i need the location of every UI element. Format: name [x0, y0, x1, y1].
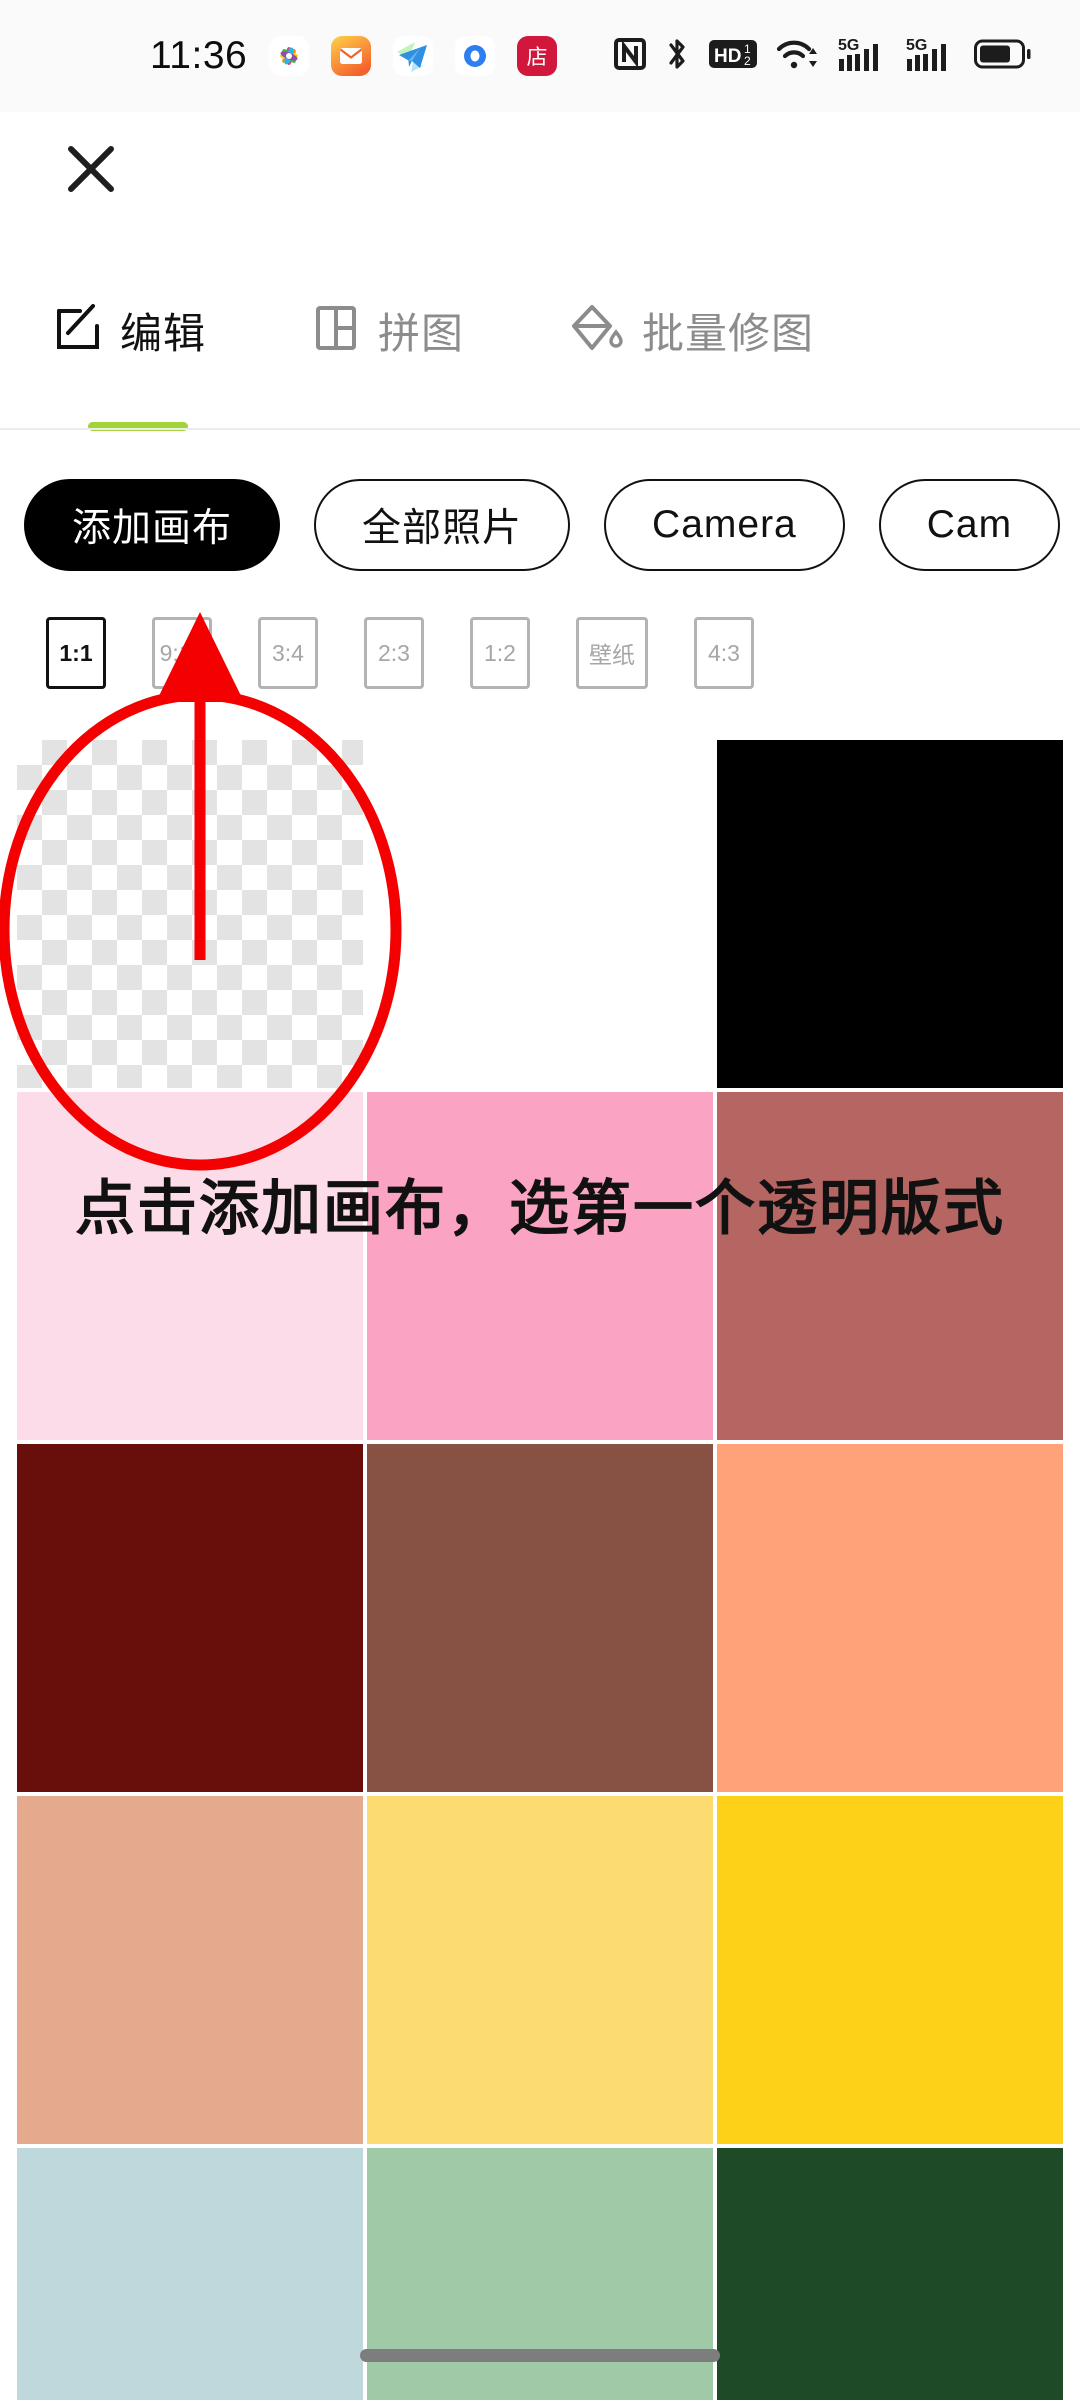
- canvas-cell-light-yellow[interactable]: [367, 1796, 713, 2144]
- canvas-cell-peach-tan[interactable]: [17, 1796, 363, 2144]
- canvas-cell-salmon[interactable]: [717, 1444, 1063, 1792]
- tab-collage-label: 拼图: [378, 310, 465, 357]
- canvas-cell-pale-blue[interactable]: [17, 2148, 363, 2400]
- status-bar-clock: 11:36: [150, 34, 248, 77]
- status-bar: 11:36 店 HD 1 2 5G 5G: [0, 0, 1080, 112]
- mail-app-icon: [331, 36, 372, 76]
- home-indicator[interactable]: [360, 2349, 720, 2362]
- canvas-cell-sage-green[interactable]: [367, 2148, 713, 2400]
- status-bar-left: 11:36 店: [150, 34, 558, 78]
- browser-app-icon: [455, 36, 496, 76]
- canvas-color-grid: [17, 740, 1063, 2400]
- chip-add-canvas[interactable]: 添加画布: [24, 479, 281, 571]
- photos-app-icon: [269, 36, 310, 76]
- collage-grid-icon: [310, 302, 362, 359]
- close-button[interactable]: [62, 140, 120, 198]
- ratio-1-1[interactable]: 1:1: [46, 617, 106, 689]
- close-icon: [68, 146, 114, 192]
- source-chip-row[interactable]: 添加画布 全部照片 Camera Cam: [0, 470, 1080, 580]
- canvas-cell-light-pink[interactable]: [17, 1092, 363, 1440]
- edit-pencil-icon: [52, 302, 104, 359]
- tab-collage[interactable]: 拼图: [310, 300, 464, 361]
- screen-root: 11:36 店 HD 1 2 5G 5G 编辑 拼图 批量修图 添加画布 全部照…: [0, 0, 1080, 2400]
- canvas-cell-dark-green[interactable]: [717, 2148, 1063, 2400]
- telegram-app-icon: [393, 36, 434, 76]
- ratio-2-3[interactable]: 2:3: [364, 617, 424, 689]
- svg-text:2: 2: [744, 54, 751, 68]
- canvas-cell-dark-maroon[interactable]: [17, 1444, 363, 1792]
- chip-all-photos[interactable]: 全部照片: [314, 479, 571, 571]
- tab-batch-retouch[interactable]: 批量修图: [568, 300, 814, 361]
- batch-retouch-icon: [568, 302, 626, 359]
- main-tab-bar: 编辑 拼图 批量修图: [0, 300, 1080, 431]
- canvas-cell-pink[interactable]: [367, 1092, 713, 1440]
- svg-text:HD: HD: [714, 46, 741, 67]
- tab-bar-divider: [0, 428, 1080, 430]
- svg-text:5G: 5G: [906, 37, 927, 54]
- canvas-cell-golden-yellow[interactable]: [717, 1796, 1063, 2144]
- tab-edit[interactable]: 编辑: [52, 300, 206, 361]
- ratio-4-3[interactable]: 4:3: [694, 617, 754, 689]
- tab-edit-label: 编辑: [120, 310, 207, 357]
- status-bar-right: HD 1 2 5G 5G: [614, 35, 1032, 78]
- canvas-cell-dusty-rose[interactable]: [717, 1092, 1063, 1440]
- bluetooth-icon: [664, 36, 690, 77]
- ratio-1-2[interactable]: 1:2: [470, 617, 530, 689]
- hd-volte-icon: HD 1 2: [708, 37, 758, 76]
- store-app-icon: 店: [517, 36, 558, 76]
- ratio-wallpaper[interactable]: 壁纸: [576, 617, 648, 689]
- wifi-icon: [776, 37, 820, 76]
- ratio-9-16[interactable]: 9:16: [152, 617, 212, 689]
- signal-5g-icon-2: 5G: [906, 35, 956, 78]
- aspect-ratio-row[interactable]: 1:1 9:16 3:4 2:3 1:2 壁纸 4:3: [0, 605, 1080, 689]
- canvas-cell-transparent[interactable]: [17, 740, 363, 1088]
- svg-text:5G: 5G: [838, 37, 859, 54]
- tab-batch-retouch-label: 批量修图: [642, 310, 815, 357]
- ratio-3-4[interactable]: 3:4: [258, 617, 318, 689]
- canvas-cell-brown[interactable]: [367, 1444, 713, 1792]
- battery-icon: [974, 38, 1032, 75]
- chip-camera[interactable]: Camera: [604, 479, 845, 571]
- svg-text:店: 店: [527, 45, 548, 69]
- signal-5g-icon-1: 5G: [838, 35, 888, 78]
- canvas-cell-black[interactable]: [717, 740, 1063, 1088]
- nfc-icon: [614, 37, 646, 76]
- chip-camera-partial[interactable]: Cam: [878, 479, 1061, 571]
- annotation-text: 点击添加画布，选第一个透明版式: [75, 1174, 1005, 1244]
- canvas-cell-white[interactable]: [367, 740, 713, 1088]
